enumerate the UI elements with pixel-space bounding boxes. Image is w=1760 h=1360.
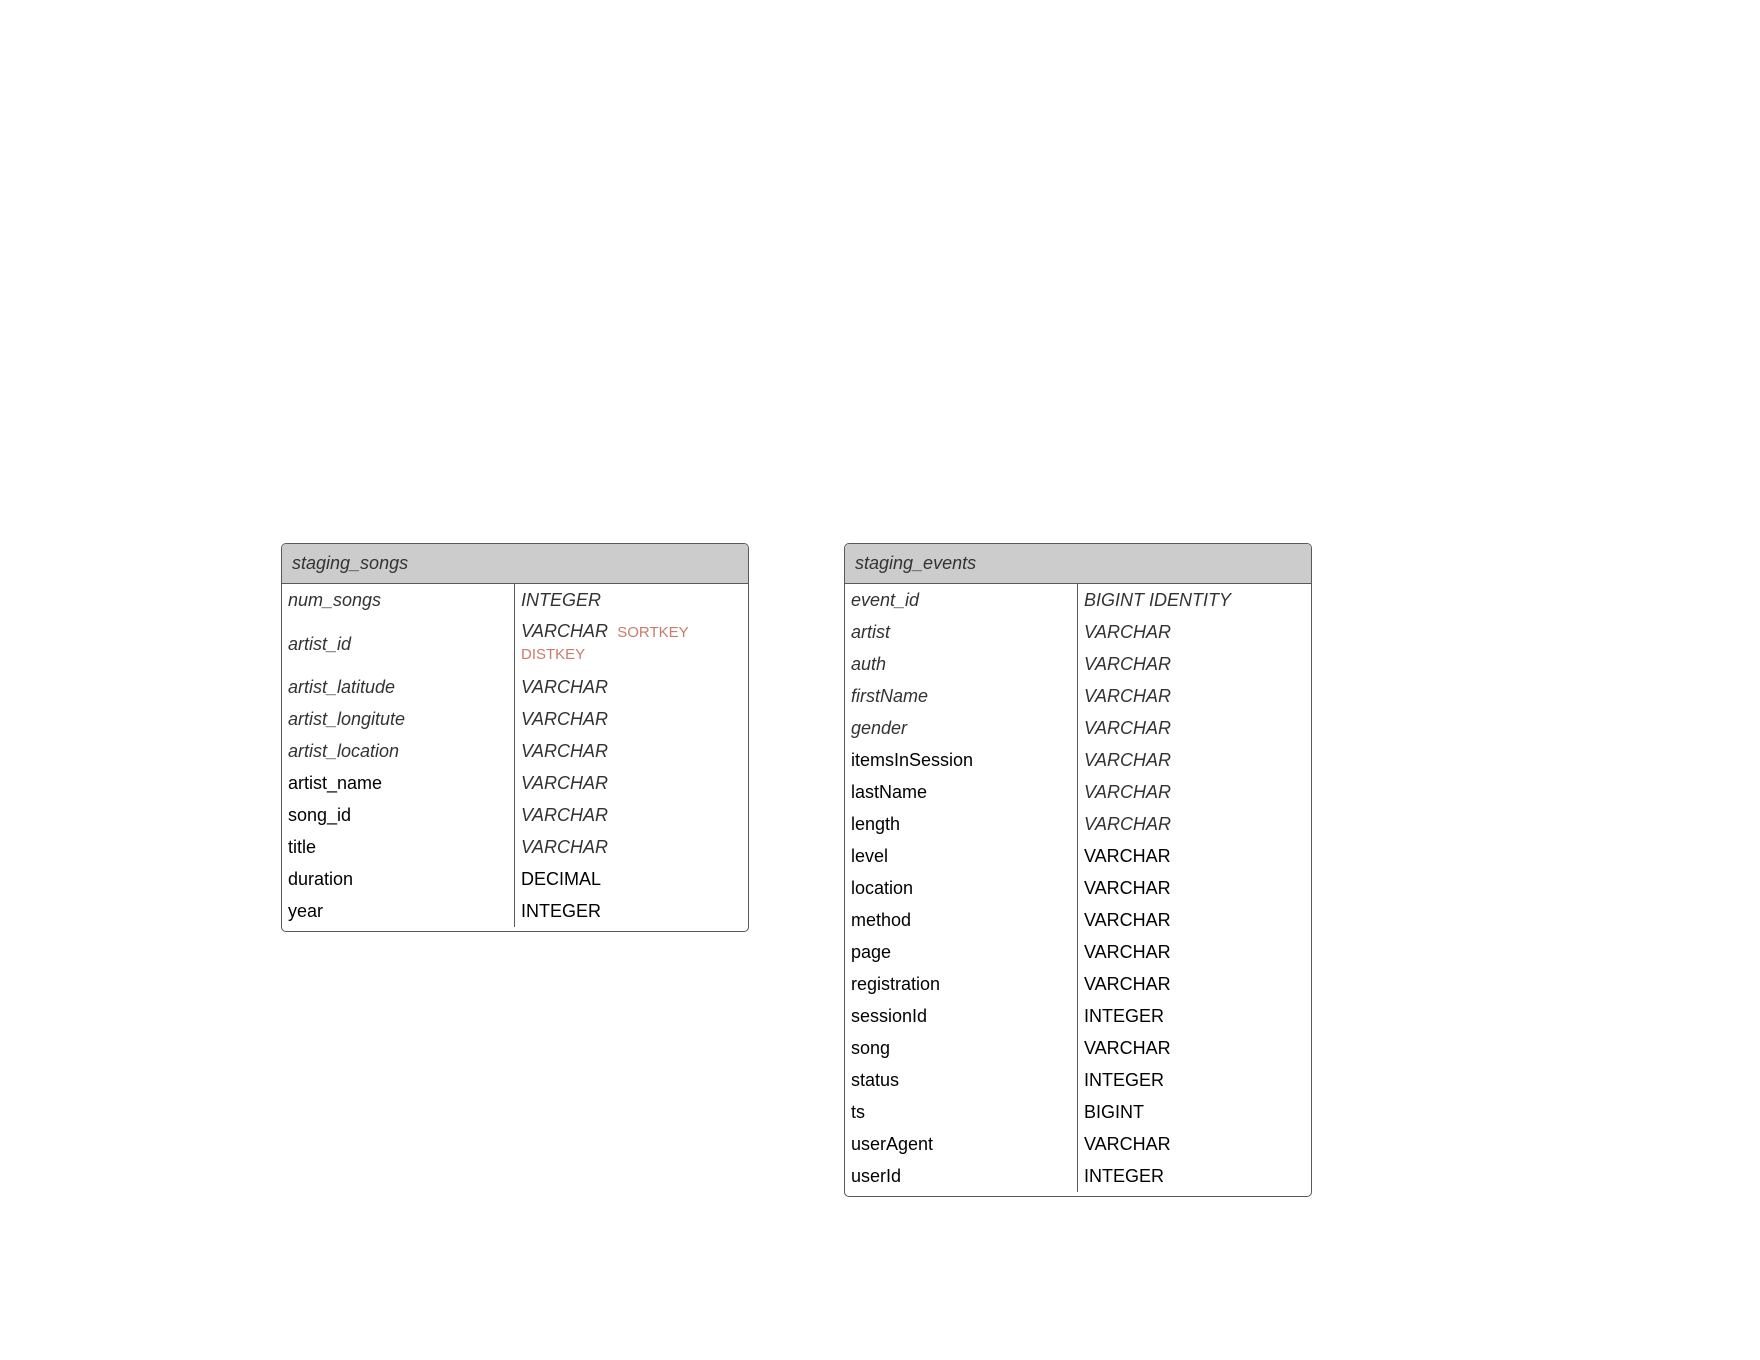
- column-row: artist_latitude VARCHAR: [282, 671, 748, 703]
- column-name: length: [845, 808, 1078, 840]
- column-row: artist_id VARCHAR SORTKEY DISTKEY: [282, 616, 748, 671]
- column-name: artist_name: [282, 767, 515, 799]
- column-name: year: [282, 895, 515, 927]
- column-name: title: [282, 831, 515, 863]
- column-name: location: [845, 872, 1078, 904]
- column-name: song_id: [282, 799, 515, 831]
- column-row: auth VARCHAR: [845, 648, 1311, 680]
- column-type: VARCHAR: [1084, 846, 1171, 866]
- column-row: ts BIGINT: [845, 1096, 1311, 1128]
- column-row: gender VARCHAR: [845, 712, 1311, 744]
- column-name: duration: [282, 863, 515, 895]
- column-name: artist_longitute: [282, 703, 515, 735]
- column-row: level VARCHAR: [845, 840, 1311, 872]
- column-type: INTEGER: [1084, 1070, 1165, 1090]
- column-type: VARCHAR: [521, 805, 609, 825]
- column-row: year INTEGER: [282, 895, 748, 927]
- column-type: VARCHAR: [521, 773, 609, 793]
- column-name: page: [845, 936, 1078, 968]
- table-staging-songs[interactable]: staging_songs num_songs INTEGER artist_i…: [281, 543, 749, 932]
- column-name: artist_location: [282, 735, 515, 767]
- column-row: num_songs INTEGER: [282, 584, 748, 616]
- column-type: VARCHAR: [1084, 878, 1171, 898]
- column-type-cell: VARCHAR SORTKEY DISTKEY: [515, 616, 748, 671]
- column-name: userAgent: [845, 1128, 1078, 1160]
- table-title: staging_songs: [282, 544, 748, 584]
- table-staging-events[interactable]: staging_events event_id BIGINT IDENTITY …: [844, 543, 1312, 1197]
- column-row: registration VARCHAR: [845, 968, 1311, 1000]
- column-row: sessionId INTEGER: [845, 1000, 1311, 1032]
- column-type: INTEGER: [521, 901, 602, 921]
- column-row: song VARCHAR: [845, 1032, 1311, 1064]
- column-type: VARCHAR: [1084, 1038, 1171, 1058]
- column-type: VARCHAR: [521, 677, 609, 697]
- column-name: num_songs: [282, 584, 515, 616]
- column-name: ts: [845, 1096, 1078, 1128]
- column-name: itemsInSession: [845, 744, 1078, 776]
- column-type: VARCHAR: [521, 837, 609, 857]
- column-type: VARCHAR: [521, 709, 609, 729]
- column-type: VARCHAR: [1084, 910, 1171, 930]
- column-name: status: [845, 1064, 1078, 1096]
- column-row: duration DECIMAL: [282, 863, 748, 895]
- column-name: sessionId: [845, 1000, 1078, 1032]
- column-type: VARCHAR: [1084, 1134, 1171, 1154]
- column-row: itemsInSession VARCHAR: [845, 744, 1311, 776]
- column-row: artist VARCHAR: [845, 616, 1311, 648]
- column-name: gender: [845, 712, 1078, 744]
- column-type: DECIMAL: [521, 869, 602, 889]
- column-type: VARCHAR: [1084, 654, 1172, 674]
- column-row: title VARCHAR: [282, 831, 748, 863]
- column-type: VARCHAR: [1084, 686, 1172, 706]
- column-type: VARCHAR: [1084, 814, 1172, 834]
- column-row: artist_name VARCHAR: [282, 767, 748, 799]
- column-row: page VARCHAR: [845, 936, 1311, 968]
- column-type: VARCHAR: [1084, 718, 1172, 738]
- column-row: method VARCHAR: [845, 904, 1311, 936]
- column-list: num_songs INTEGER artist_id VARCHAR SORT…: [282, 584, 748, 931]
- column-row: status INTEGER: [845, 1064, 1311, 1096]
- column-type: VARCHAR: [521, 621, 609, 641]
- column-name: lastName: [845, 776, 1078, 808]
- column-type: VARCHAR: [1084, 974, 1171, 994]
- column-row: userId INTEGER: [845, 1160, 1311, 1192]
- column-name: registration: [845, 968, 1078, 1000]
- column-row: location VARCHAR: [845, 872, 1311, 904]
- column-name: userId: [845, 1160, 1078, 1192]
- table-title: staging_events: [845, 544, 1311, 584]
- column-row: lastName VARCHAR: [845, 776, 1311, 808]
- column-type: VARCHAR: [521, 741, 609, 761]
- column-type: VARCHAR: [1084, 750, 1172, 770]
- column-row: event_id BIGINT IDENTITY: [845, 584, 1311, 616]
- column-type: VARCHAR: [1084, 622, 1172, 642]
- column-name: auth: [845, 648, 1078, 680]
- column-name: event_id: [845, 584, 1078, 616]
- column-type: VARCHAR: [1084, 942, 1171, 962]
- column-row: firstName VARCHAR: [845, 680, 1311, 712]
- column-type: BIGINT IDENTITY: [1084, 590, 1232, 610]
- column-row: artist_longitute VARCHAR: [282, 703, 748, 735]
- column-row: song_id VARCHAR: [282, 799, 748, 831]
- column-row: userAgent VARCHAR: [845, 1128, 1311, 1160]
- column-name: firstName: [845, 680, 1078, 712]
- column-name: artist_latitude: [282, 671, 515, 703]
- column-list: event_id BIGINT IDENTITY artist VARCHAR …: [845, 584, 1311, 1196]
- column-type: INTEGER: [1084, 1006, 1165, 1026]
- column-name: method: [845, 904, 1078, 936]
- column-type: BIGINT: [1084, 1102, 1145, 1122]
- column-name: artist: [845, 616, 1078, 648]
- column-row: length VARCHAR: [845, 808, 1311, 840]
- column-name: song: [845, 1032, 1078, 1064]
- column-type: VARCHAR: [1084, 782, 1172, 802]
- column-type: INTEGER: [1084, 1166, 1165, 1186]
- column-type: INTEGER: [521, 590, 602, 610]
- column-row: artist_location VARCHAR: [282, 735, 748, 767]
- column-name: artist_id: [282, 616, 515, 671]
- column-name: level: [845, 840, 1078, 872]
